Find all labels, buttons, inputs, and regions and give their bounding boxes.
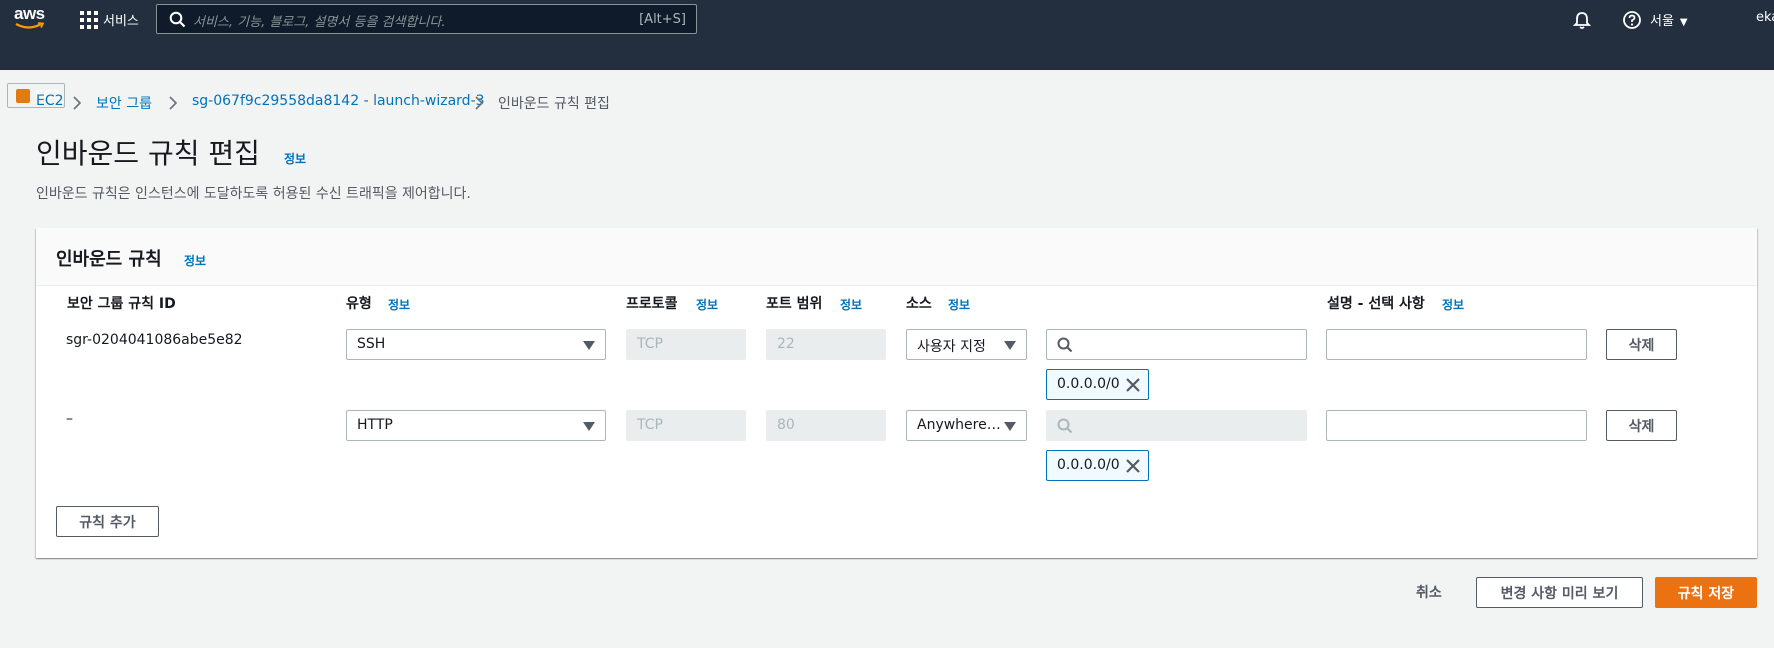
breadcrumb-current: 인바운드 규칙 편집 — [498, 96, 610, 112]
global-search-input[interactable]: 서비스, 기능, 블로그, 설명서 등을 검색합니다. [Alt+S] — [156, 4, 697, 34]
cidr-token: 0.0.0.0/0 — [1046, 369, 1149, 400]
aws-smile-icon — [15, 22, 45, 29]
cidr-value: 0.0.0.0/0 — [1057, 457, 1120, 473]
aws-logo[interactable]: aws — [14, 4, 48, 30]
add-rule-button[interactable]: 규칙 추가 — [56, 506, 159, 537]
preview-changes-button[interactable]: 변경 사항 미리 보기 — [1476, 577, 1643, 608]
column-header-port-range: 포트 범위 — [766, 296, 823, 312]
caret-down-icon — [1004, 341, 1016, 350]
breadcrumb-security-group[interactable]: sg-067f9c29558da8142 - launch-wizard-3 — [192, 93, 485, 109]
breadcrumb-ec2[interactable]: EC2 — [36, 93, 64, 109]
column-header-source: 소스 — [906, 296, 932, 312]
source-type-select[interactable]: Anywhere… — [906, 410, 1027, 441]
caret-down-icon — [583, 341, 595, 350]
chevron-right-icon — [73, 96, 82, 110]
service-bar: EC2 — [0, 40, 1774, 108]
search-icon — [169, 11, 186, 28]
description-info-link[interactable]: 정보 — [1442, 296, 1464, 313]
protocol-value: TCP — [637, 336, 663, 352]
protocol-field: TCP — [626, 329, 746, 360]
panel-info-link[interactable]: 정보 — [184, 252, 206, 269]
chevron-right-icon — [475, 96, 484, 110]
type-select[interactable]: SSH — [346, 329, 606, 360]
close-icon[interactable] — [1124, 457, 1142, 475]
port-range-info-link[interactable]: 정보 — [840, 296, 862, 313]
caret-down-icon: ▼ — [1679, 17, 1688, 28]
cidr-value: 0.0.0.0/0 — [1057, 376, 1120, 392]
protocol-value: TCP — [637, 417, 663, 433]
panel-header: 인바운드 규칙 정보 — [36, 228, 1757, 286]
port-range-value: 22 — [777, 336, 795, 352]
close-icon[interactable] — [1124, 376, 1142, 394]
region-label: 서울 — [1650, 14, 1674, 29]
source-type-select[interactable]: 사용자 지정 — [906, 329, 1027, 360]
region-selector[interactable]: 서울 ▼ — [1650, 10, 1688, 29]
cancel-button[interactable]: 취소 — [1416, 582, 1442, 602]
caret-down-icon — [583, 422, 595, 431]
column-header-rule-id: 보안 그룹 규칙 ID — [67, 296, 176, 312]
source-search-input — [1046, 410, 1307, 441]
type-select-value: HTTP — [357, 417, 393, 433]
description-input[interactable] — [1326, 329, 1587, 360]
inbound-rules-panel: 인바운드 규칙 정보 — [36, 228, 1757, 558]
ec2-service-icon — [16, 89, 30, 103]
search-icon — [1057, 418, 1073, 434]
cidr-token: 0.0.0.0/0 — [1046, 450, 1149, 481]
source-type-value: 사용자 지정 — [917, 339, 986, 355]
search-icon — [1057, 337, 1073, 353]
help-icon[interactable] — [1622, 10, 1642, 30]
save-rules-button[interactable]: 규칙 저장 — [1655, 577, 1757, 608]
search-shortcut: [Alt+S] — [639, 12, 686, 27]
port-range-field: 22 — [766, 329, 886, 360]
type-select-value: SSH — [357, 336, 386, 352]
source-info-link[interactable]: 정보 — [948, 296, 970, 313]
delete-rule-button[interactable]: 삭제 — [1606, 410, 1677, 441]
port-range-value: 80 — [777, 417, 795, 433]
rule-id: – — [66, 411, 73, 427]
page-info-link[interactable]: 정보 — [284, 150, 306, 167]
grid-icon[interactable] — [80, 11, 98, 29]
account-menu[interactable]: eka — [1756, 10, 1774, 25]
panel-title: 인바운드 규칙 — [56, 249, 162, 270]
search-placeholder: 서비스, 기능, 블로그, 설명서 등을 검색합니다. — [193, 15, 446, 30]
column-header-type: 유형 — [346, 296, 372, 312]
top-navigation: aws 서비스 서비스, 기능, 블로그, 설명서 등을 검색합니다. [Alt… — [0, 0, 1774, 40]
chevron-right-icon — [169, 96, 178, 110]
column-header-description: 설명 - 선택 사항 — [1327, 296, 1425, 312]
services-menu-button[interactable]: 서비스 — [103, 10, 139, 29]
page-title: 인바운드 규칙 편집 — [36, 137, 260, 170]
port-range-field: 80 — [766, 410, 886, 441]
type-info-link[interactable]: 정보 — [388, 296, 410, 313]
source-type-value: Anywhere… — [917, 417, 1001, 433]
protocol-field: TCP — [626, 410, 746, 441]
caret-down-icon — [1004, 422, 1016, 431]
protocol-info-link[interactable]: 정보 — [696, 296, 718, 313]
bell-icon[interactable] — [1572, 10, 1592, 30]
rule-id: sgr-0204041086abe5e82 — [66, 332, 243, 348]
delete-rule-button[interactable]: 삭제 — [1606, 329, 1677, 360]
type-select[interactable]: HTTP — [346, 410, 606, 441]
source-search-input[interactable] — [1046, 329, 1307, 360]
page-description: 인바운드 규칙은 인스턴스에 도달하도록 허용된 수신 트래픽을 제어합니다. — [36, 186, 471, 202]
breadcrumb-security-groups[interactable]: 보안 그룹 — [96, 93, 152, 113]
column-header-protocol: 프로토콜 — [626, 296, 678, 312]
aws-logo-text: aws — [14, 4, 45, 23]
description-input[interactable] — [1326, 410, 1587, 441]
